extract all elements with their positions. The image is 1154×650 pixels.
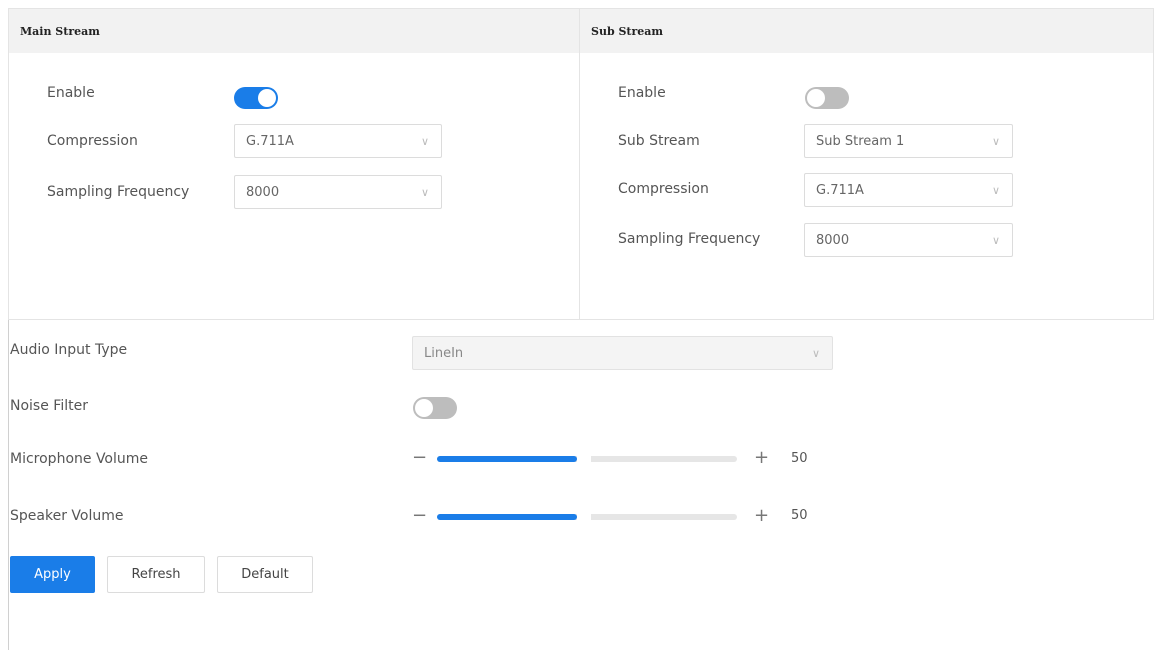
sub-enable-toggle[interactable] <box>805 87 849 109</box>
speaker-volume-slider[interactable] <box>437 512 737 522</box>
slider-handle[interactable] <box>577 454 591 464</box>
speaker-volume-minus-button[interactable]: − <box>412 507 427 525</box>
main-stream-title: Main Stream <box>9 9 579 53</box>
audio-input-label: Audio Input Type <box>10 342 128 358</box>
chevron-down-icon: ∨ <box>991 234 1000 247</box>
speaker-volume-plus-button[interactable]: + <box>754 507 769 525</box>
sub-sampling-select[interactable]: 8000 ∨ <box>804 223 1013 257</box>
chevron-down-icon: ∨ <box>420 135 429 148</box>
sub-substream-value: Sub Stream 1 <box>816 133 905 149</box>
chevron-down-icon: ∨ <box>811 347 820 360</box>
noise-filter-label: Noise Filter <box>10 398 88 414</box>
sub-stream-title: Sub Stream <box>580 9 1153 53</box>
main-compression-value: G.711A <box>246 133 294 149</box>
microphone-volume-slider[interactable] <box>437 454 737 464</box>
microphone-volume-fill <box>437 456 577 462</box>
sub-compression-select[interactable]: G.711A ∨ <box>804 173 1013 207</box>
apply-button[interactable]: Apply <box>10 556 95 593</box>
sub-sampling-label: Sampling Frequency <box>618 231 761 247</box>
slider-handle[interactable] <box>577 512 591 522</box>
main-sampling-select[interactable]: 8000 ∨ <box>234 175 442 209</box>
main-enable-label: Enable <box>47 85 95 101</box>
microphone-volume-label: Microphone Volume <box>10 451 149 467</box>
main-enable-toggle[interactable] <box>234 87 278 109</box>
main-compression-select[interactable]: G.711A ∨ <box>234 124 442 158</box>
refresh-button[interactable]: Refresh <box>107 556 205 593</box>
chevron-down-icon: ∨ <box>991 135 1000 148</box>
audio-input-select[interactable]: LineIn ∨ <box>412 336 833 370</box>
sub-substream-label: Sub Stream <box>618 133 700 149</box>
speaker-volume-value: 50 <box>791 508 808 523</box>
sub-enable-label: Enable <box>618 85 666 101</box>
sub-compression-value: G.711A <box>816 182 864 198</box>
sub-compression-label: Compression <box>618 181 709 197</box>
sub-sampling-value: 8000 <box>816 232 850 248</box>
default-button[interactable]: Default <box>217 556 313 593</box>
toggle-knob <box>258 89 276 107</box>
microphone-volume-plus-button[interactable]: + <box>754 449 769 467</box>
speaker-volume-label: Speaker Volume <box>10 508 124 524</box>
microphone-volume-minus-button[interactable]: − <box>412 449 427 467</box>
toggle-knob <box>807 89 825 107</box>
speaker-volume-fill <box>437 514 577 520</box>
sub-substream-select[interactable]: Sub Stream 1 ∨ <box>804 124 1013 158</box>
chevron-down-icon: ∨ <box>991 184 1000 197</box>
main-compression-label: Compression <box>47 133 138 149</box>
microphone-volume-value: 50 <box>791 451 808 466</box>
main-sampling-label: Sampling Frequency <box>47 184 190 200</box>
main-stream-panel: Main Stream Enable Compression G.711A ∨ … <box>8 8 580 320</box>
main-sampling-value: 8000 <box>246 184 280 200</box>
noise-filter-toggle[interactable] <box>413 397 457 419</box>
sub-stream-panel: Sub Stream Enable Sub Stream Sub Stream … <box>579 8 1154 320</box>
chevron-down-icon: ∨ <box>420 186 429 199</box>
toggle-knob <box>415 399 433 417</box>
audio-input-value: LineIn <box>424 345 464 361</box>
